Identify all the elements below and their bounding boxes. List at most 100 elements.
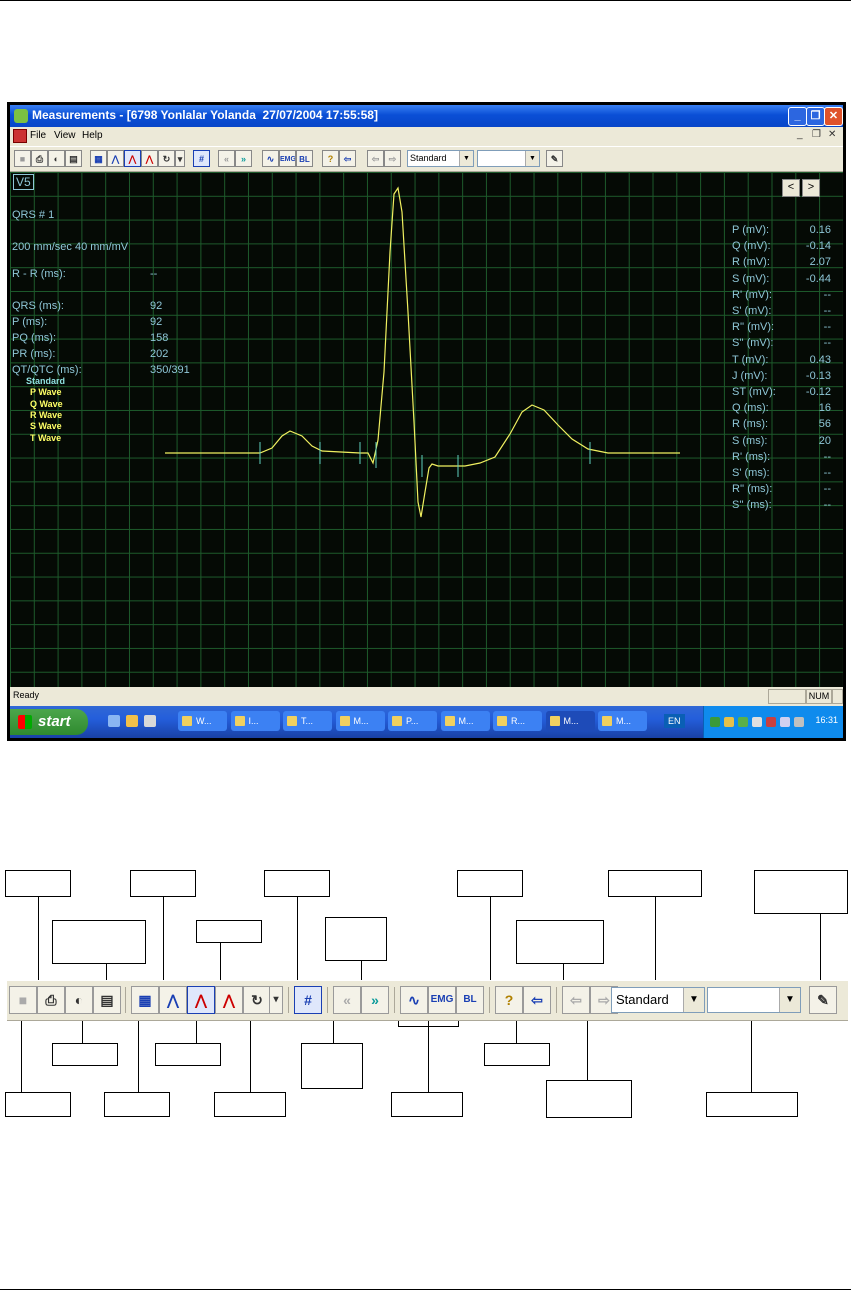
quick-launch-outlook-icon[interactable]	[126, 715, 138, 727]
help-button[interactable]: ?	[322, 150, 339, 167]
tray-b-icon[interactable]	[738, 717, 748, 727]
taskbar-app-icon	[549, 716, 560, 726]
tray-monitor-icon[interactable]	[780, 717, 790, 727]
tray-printer-icon[interactable]	[766, 717, 776, 727]
rotate-dropdown-icon[interactable]: ▾	[269, 986, 283, 1014]
restore-button[interactable]: ❐	[806, 107, 825, 126]
start-button[interactable]: start	[10, 709, 88, 735]
taskbar-button[interactable]: W...	[178, 711, 227, 731]
rotate-button[interactable]: ↻	[243, 986, 271, 1014]
filter-emg-button[interactable]: EMG	[279, 150, 296, 167]
measurement-value: 202	[150, 348, 169, 360]
language-indicator[interactable]: EN	[664, 714, 685, 728]
wave-detail-button[interactable]: ⋀	[141, 150, 158, 167]
menu-file[interactable]: File	[30, 130, 46, 141]
chevron-down-icon[interactable]: ▼	[779, 988, 800, 1012]
measurement-label: P (ms):	[12, 316, 48, 328]
selected-wave-button[interactable]: ⋀	[187, 986, 215, 1014]
taskbar-button[interactable]: M...	[545, 711, 595, 731]
quick-launch-ie-icon[interactable]	[108, 715, 120, 727]
wave-detail-button[interactable]: ⋀	[215, 986, 243, 1014]
print-preview-button[interactable]: ◐	[48, 150, 65, 167]
callout-box	[706, 1092, 798, 1117]
menu-help[interactable]: Help	[82, 130, 103, 141]
print-button[interactable]: ⎙	[37, 986, 65, 1014]
edit-pencil-button[interactable]: ✎	[546, 150, 563, 167]
filter-emg-button[interactable]: EMG	[428, 986, 456, 1014]
taskbar: start W... I... T... M... P... M... R... M... M.…	[10, 706, 843, 738]
next-complex-button[interactable]: »	[235, 150, 252, 167]
filter-ac-button[interactable]: ∿	[400, 986, 428, 1014]
leader-line	[751, 1012, 752, 1092]
taskbar-button[interactable]: P...	[388, 711, 437, 731]
report-button[interactable]: ▤	[93, 986, 121, 1014]
rotate-dropdown-icon[interactable]: ▾	[175, 150, 185, 167]
edit-pencil-button[interactable]: ✎	[809, 986, 837, 1014]
rotate-button[interactable]: ↻	[158, 150, 175, 167]
tray-app-icon[interactable]	[724, 717, 734, 727]
close-button[interactable]: ✕	[824, 107, 843, 126]
chevron-down-icon[interactable]: ▼	[683, 988, 704, 1012]
next-lead-button[interactable]: >	[802, 179, 820, 197]
help-button[interactable]: ?	[495, 986, 523, 1014]
next-button[interactable]: ⇨	[384, 150, 401, 167]
secondary-select[interactable]: ▼	[477, 150, 540, 167]
quick-launch-media-icon[interactable]	[144, 715, 156, 727]
leader-line	[820, 914, 821, 987]
taskbar-button[interactable]: M...	[598, 711, 647, 731]
save-button[interactable]: ■	[14, 150, 31, 167]
status-bar: Ready NUM	[10, 687, 843, 705]
ecg-plot[interactable]: V5 < > QRS # 1 200 mm/sec 40 mm/mV R - R…	[10, 172, 843, 687]
tray-network-icon[interactable]	[710, 717, 720, 727]
back-button[interactable]: ⇦	[339, 150, 356, 167]
table-button[interactable]: ▦	[131, 986, 159, 1014]
secondary-select[interactable]: ▼	[707, 987, 801, 1013]
grid-button[interactable]: #	[294, 986, 322, 1014]
single-lead-button[interactable]: ⋀	[159, 986, 187, 1014]
print-button[interactable]: ⎙	[31, 150, 48, 167]
table-button[interactable]: ▦	[90, 150, 107, 167]
report-button[interactable]: ▤	[65, 150, 82, 167]
previous-complex-button[interactable]: «	[333, 986, 361, 1014]
document-icon	[13, 129, 27, 143]
taskbar-button-label: M...	[616, 716, 631, 726]
next-complex-button[interactable]: »	[361, 986, 389, 1014]
back-button[interactable]: ⇦	[523, 986, 551, 1014]
single-lead-button[interactable]: ⋀	[107, 150, 124, 167]
taskbar-button[interactable]: I...	[230, 711, 280, 731]
tray-volume-icon[interactable]	[794, 717, 804, 727]
taskbar-button[interactable]: R...	[493, 711, 542, 731]
previous-lead-button[interactable]: <	[782, 179, 800, 197]
speed-gain: 200 mm/sec 40 mm/mV	[12, 241, 129, 253]
mdi-minimize-icon[interactable]: _	[797, 129, 803, 140]
filter-bl-button[interactable]: BL	[456, 986, 484, 1014]
chevron-down-icon[interactable]: ▼	[459, 151, 473, 166]
save-button[interactable]: ■	[9, 986, 37, 1014]
mdi-restore-icon[interactable]: ❐	[812, 129, 821, 140]
taskbar-button-label: M...	[458, 716, 474, 726]
wave-measurement-value: 56	[818, 418, 831, 431]
previous-button[interactable]: ⇦	[367, 150, 384, 167]
filter-bl-button[interactable]: BL	[296, 150, 313, 167]
window-title: Measurements - [6798 Yonlalar Yolanda 27…	[32, 108, 378, 122]
previous-complex-button[interactable]: «	[218, 150, 235, 167]
minimize-button[interactable]: _	[788, 107, 807, 126]
selected-wave-button[interactable]: ⋀	[124, 150, 141, 167]
wave-measurement-label: Q (mV):	[732, 240, 771, 253]
filter-ac-button[interactable]: ∿	[262, 150, 279, 167]
measurement-value: 350/391	[150, 364, 190, 376]
montage-select[interactable]: Standard ▼	[611, 987, 705, 1013]
grid-button[interactable]: #	[193, 150, 210, 167]
tray-user-icon[interactable]	[752, 717, 762, 727]
mdi-close-icon[interactable]: ✕	[828, 129, 836, 140]
taskbar-button[interactable]: T...	[283, 711, 332, 731]
montage-select[interactable]: Standard ▼	[407, 150, 474, 167]
chevron-down-icon[interactable]: ▼	[525, 151, 539, 166]
previous-button[interactable]: ⇦	[562, 986, 590, 1014]
measurements-window: Measurements - [6798 Yonlalar Yolanda 27…	[10, 105, 843, 738]
wave-measurement-value: --	[823, 305, 831, 317]
taskbar-button[interactable]: M...	[335, 711, 385, 731]
print-preview-button[interactable]: ◐	[65, 986, 93, 1014]
menu-view[interactable]: View	[54, 130, 76, 141]
taskbar-button[interactable]: M...	[440, 711, 490, 731]
